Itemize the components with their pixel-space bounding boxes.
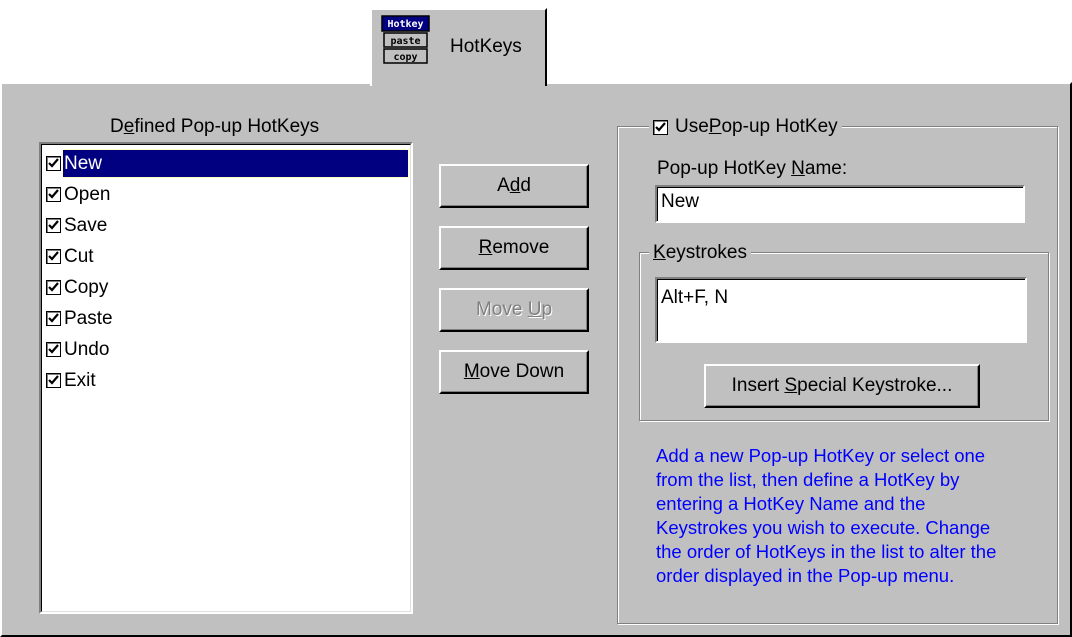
- label-part: ame:: [804, 158, 848, 179]
- list-item[interactable]: Undo: [44, 335, 408, 363]
- list-item-label: Copy: [64, 276, 109, 298]
- list-item-label: New: [62, 148, 409, 178]
- tab-label: HotKeys: [450, 36, 522, 57]
- checkbox-icon[interactable]: [46, 310, 61, 326]
- checkbox-icon[interactable]: [46, 341, 61, 357]
- list-item-label: Cut: [64, 245, 94, 267]
- btn-text: Insert: [731, 375, 785, 396]
- list-item-label: Save: [64, 214, 108, 236]
- checkbox-icon[interactable]: [46, 248, 61, 264]
- use-popup-hotkey-checkbox[interactable]: Use Pop-up HotKey: [649, 115, 842, 139]
- hotkey-name-field[interactable]: New: [655, 185, 1025, 223]
- checkbox-label: Use: [675, 116, 709, 137]
- legend-text: eystrokes: [665, 242, 747, 263]
- hotkey-name-label: Pop-up HotKey Name:: [657, 158, 847, 180]
- checkbox-label: op-up HotKey: [721, 116, 838, 137]
- icon-line-3: copy: [393, 52, 417, 63]
- list-item[interactable]: Save: [44, 211, 408, 239]
- list-item[interactable]: Open: [44, 180, 408, 208]
- help-line: entering a HotKey Name and the: [656, 493, 926, 514]
- move-up-button[interactable]: Move Up: [439, 288, 589, 332]
- list-item-label: Exit: [64, 369, 96, 391]
- btn-text: emove: [492, 237, 550, 258]
- list-item-label: Open: [64, 183, 111, 205]
- defined-hotkeys-label: Defined Pop-up HotKeys: [110, 116, 319, 138]
- list-item-label: Undo: [64, 338, 110, 360]
- list-item[interactable]: Cut: [44, 242, 408, 270]
- remove-button[interactable]: Remove: [439, 226, 589, 270]
- checkbox-icon[interactable]: [46, 186, 61, 202]
- checkbox-icon[interactable]: [46, 372, 61, 388]
- list-item-label: Paste: [64, 307, 113, 329]
- hotkeys-listbox[interactable]: New Open Save Cut Copy Paste Undo Exit: [39, 142, 413, 614]
- list-item[interactable]: Exit: [44, 366, 408, 394]
- insert-special-keystroke-button[interactable]: Insert Special Keystroke...: [704, 364, 980, 408]
- btn-text: pecial Keystroke...: [797, 375, 953, 396]
- checkbox-icon[interactable]: [653, 119, 668, 135]
- btn-mnemonic: S: [784, 375, 798, 396]
- btn-mnemonic: M: [463, 361, 480, 382]
- btn-mnemonic: d: [509, 175, 521, 196]
- help-line: order displayed in the Pop-up menu.: [656, 565, 955, 586]
- move-down-button[interactable]: Move Down: [439, 350, 589, 394]
- label-mnemonic: N: [791, 158, 805, 179]
- btn-text: A: [497, 175, 510, 196]
- btn-text: p: [541, 299, 553, 320]
- list-item[interactable]: New: [44, 148, 409, 178]
- help-text: Add a new Pop-up HotKey or select one fr…: [656, 444, 1051, 588]
- label-mnemonic: e: [123, 116, 135, 137]
- checkbox-icon[interactable]: [46, 155, 61, 171]
- help-line: Keystrokes you wish to execute. Change: [656, 517, 991, 538]
- label-part: fined Pop-up HotKeys: [134, 116, 320, 137]
- keystrokes-legend: Keystrokes: [649, 241, 751, 265]
- checkbox-icon[interactable]: [46, 217, 61, 233]
- list-item[interactable]: Paste: [44, 304, 408, 332]
- btn-text: ove Down: [479, 361, 565, 382]
- btn-mnemonic: R: [478, 237, 493, 258]
- label-part: Pop-up HotKey: [657, 158, 792, 179]
- icon-line-1: Hotkey: [387, 19, 423, 30]
- checkbox-icon[interactable]: [46, 279, 61, 295]
- help-line: Add a new Pop-up HotKey or select one: [656, 445, 986, 466]
- hotkeys-panel: Defined Pop-up HotKeys New Open Save Cut: [0, 82, 1072, 637]
- btn-mnemonic: U: [527, 299, 542, 320]
- keystrokes-field[interactable]: Alt+F, N: [655, 277, 1027, 343]
- tab-hotkeys[interactable]: Hotkey paste copy HotKeys: [370, 8, 547, 86]
- hotkey-paste-copy-icon: Hotkey paste copy: [380, 14, 431, 66]
- add-button[interactable]: Add: [439, 164, 589, 208]
- label-part: D: [110, 116, 124, 137]
- btn-text: d: [520, 175, 531, 196]
- legend-mnemonic: K: [653, 242, 666, 263]
- list-item[interactable]: Copy: [44, 273, 408, 301]
- help-line: the order of HotKeys in the list to alte…: [656, 541, 997, 562]
- checkbox-mnemonic: P: [708, 116, 722, 137]
- help-line: from the list, then define a HotKey by: [656, 469, 960, 490]
- icon-line-2: paste: [390, 36, 420, 47]
- btn-text: Move: [475, 299, 528, 320]
